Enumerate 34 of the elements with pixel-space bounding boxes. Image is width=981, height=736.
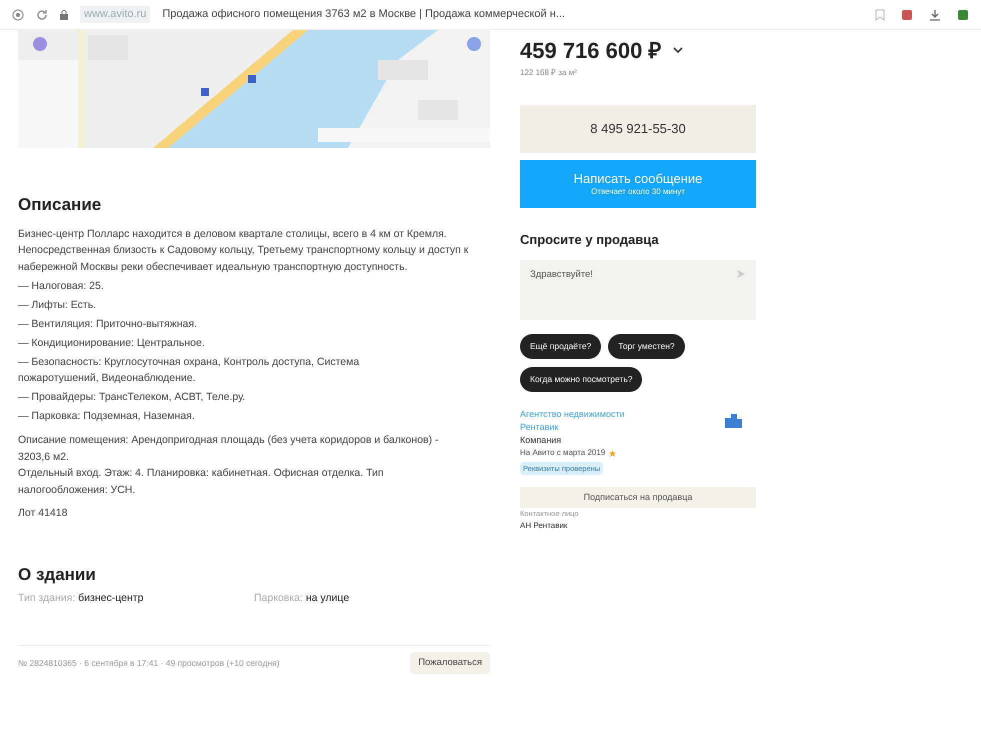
price-per-meter: 122 168 ₽ за м² bbox=[520, 67, 578, 79]
building-param: Тип здания: бизнес-центр bbox=[18, 591, 144, 606]
description-item: — Провайдеры: ТрансТелеком, АСВТ, Теле.ру. bbox=[18, 390, 246, 405]
report-button[interactable]: Пожаловаться bbox=[410, 652, 490, 674]
description-item: — Вентиляция: Приточно-вытяжная. bbox=[18, 317, 198, 332]
lot-number: Лот 41418 bbox=[18, 506, 68, 521]
page-title: Продажа офисного помещения 3763 м2 в Москве | Продажа коммерческой н... bbox=[162, 7, 565, 22]
listing-meta: № 2824810365 · 6 сентября в 17:41 · 49 просмотров (+10 сегодня) bbox=[18, 656, 280, 670]
description-item: — Безопасность: Круглосуточная охрана, Контроль доступа, Система пожаротушений, Видеонаблюдение. bbox=[18, 355, 360, 386]
seller-since: На Авито с марта 2019 bbox=[520, 447, 756, 459]
star-icon bbox=[609, 450, 616, 456]
price: 459 716 600 ₽ bbox=[520, 37, 662, 65]
subscribe-button[interactable]: Подписаться на продавца bbox=[520, 487, 756, 508]
phone-button[interactable]: 8 495 921-55-30 bbox=[520, 105, 756, 153]
download-icon[interactable] bbox=[929, 8, 941, 20]
message-field[interactable]: Здравствуйте! bbox=[520, 260, 756, 320]
reload-icon[interactable] bbox=[36, 8, 48, 20]
description-text: Бизнес-центр Полларс находится в деловом квартале столицы, всего в 4 км от Кремля. Непосредственная близость к Садовому кольцу, Третьему транспортному кольцу и доступ к набережной Москвы реки обеспечивает идеальную транспортную доступность. bbox=[18, 226, 470, 274]
section-heading: Описание bbox=[18, 194, 102, 216]
contact-name: АН Рентавик bbox=[520, 520, 568, 532]
section-heading: О здании bbox=[18, 564, 97, 586]
quick-question-chip[interactable]: Ещё продаёте? bbox=[520, 334, 602, 358]
seller-type: Компания bbox=[520, 434, 562, 446]
description-item: — Кондиционирование: Центральное. bbox=[18, 336, 206, 351]
description-text: Описание помещения: Арендопригодная площадь (без учета коридоров и балконов) - 3203,6 м2. Отдельный вход. Этаж: 4. Планировка: кабинетная. Офисная отделка. Тип налогообложения: УСН. bbox=[18, 433, 440, 498]
description-item: — Лифты: Есть. bbox=[18, 298, 98, 313]
description-item: — Парковка: Подземная, Наземная. bbox=[18, 409, 196, 424]
quick-question-chip[interactable]: Торг уместен? bbox=[608, 334, 685, 358]
chevron-down-icon[interactable] bbox=[673, 47, 684, 54]
lock-icon bbox=[60, 10, 68, 20]
ask-heading: Спросите у продавца bbox=[520, 231, 660, 249]
quick-question-chip[interactable]: Когда можно посмотреть? bbox=[520, 366, 642, 392]
description-item: — Налоговая: 25. bbox=[18, 279, 105, 294]
building-param: Парковка: на улице bbox=[254, 591, 350, 606]
